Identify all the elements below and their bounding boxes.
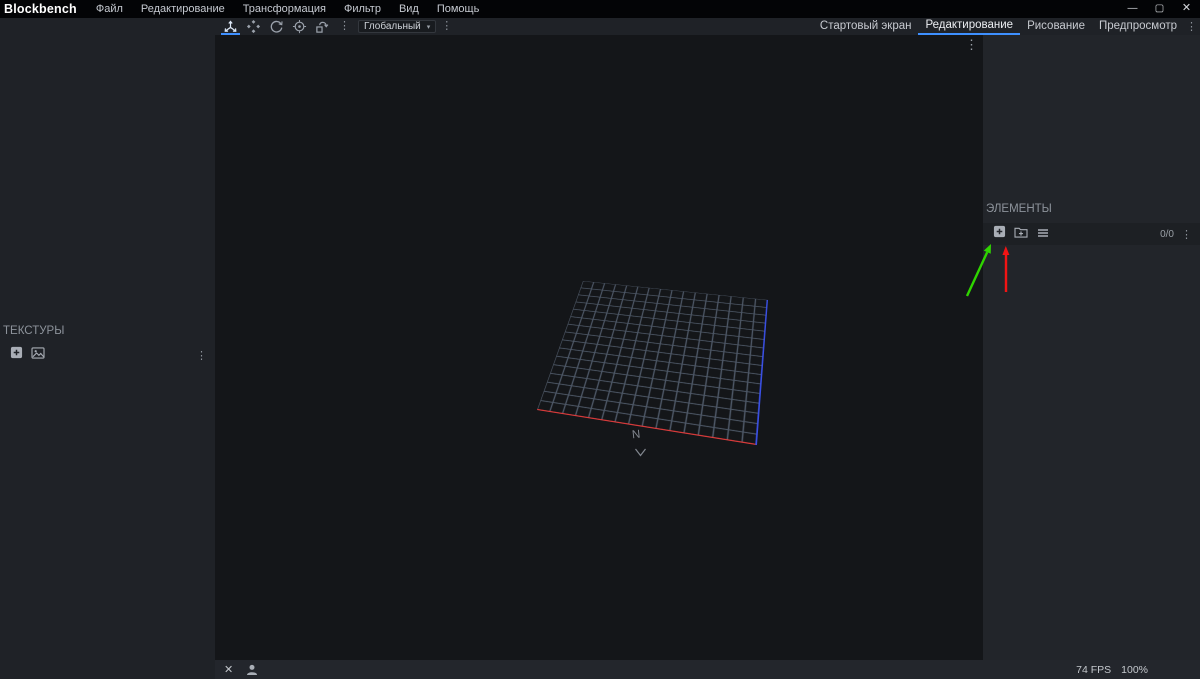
import-texture-button[interactable] (27, 347, 49, 363)
menu-transform[interactable]: Трансформация (234, 0, 335, 18)
right-sidebar: ЭЛЕМЕНТЫ 0/0 ⋮ (983, 35, 1200, 660)
move-tool-icon (223, 19, 238, 34)
north-indicator: N (631, 428, 641, 442)
pivot-tool-icon (292, 19, 307, 34)
zoom-level: 100% (1121, 663, 1148, 676)
menu-filter[interactable]: Фильтр (335, 0, 390, 18)
elements-toolbar: 0/0 ⋮ (983, 223, 1200, 245)
tabbar-menu-icon[interactable]: ⋮ (1184, 20, 1200, 33)
textures-panel: ТЕКСТУРЫ ⋮ (0, 323, 215, 366)
z-axis-line (757, 300, 768, 445)
status-close-icon[interactable]: ✕ (224, 663, 233, 676)
resize-tool-button[interactable] (242, 18, 265, 35)
minimize-button[interactable]: — (1119, 0, 1146, 18)
fps-counter: 74 FPS (1076, 663, 1112, 676)
textures-menu-icon[interactable]: ⋮ (193, 349, 210, 362)
viewport-3d[interactable]: N ⋮ (215, 35, 983, 660)
add-cube-button[interactable] (988, 225, 1010, 243)
elements-panel-title: ЭЛЕМЕНТЫ (986, 203, 1052, 215)
folder-plus-icon (1014, 225, 1028, 243)
menu-edit[interactable]: Редактирование (132, 0, 234, 18)
add-group-button[interactable] (1010, 226, 1032, 242)
move-tool-button[interactable] (219, 18, 242, 35)
pivot-tool-button[interactable] (288, 18, 311, 35)
rotate-tool-icon (269, 19, 284, 34)
tab-preview[interactable]: Предпросмотр (1092, 18, 1184, 35)
vertex-snap-tool-button[interactable] (311, 18, 334, 35)
cube-plus-icon (993, 225, 1006, 243)
elements-panel: ЭЛЕМЕНТЫ 0/0 ⋮ (983, 201, 1200, 245)
mode-tabbar: Стартовый экран Редактирование Рисование… (813, 18, 1200, 35)
rotate-tool-button[interactable] (265, 18, 288, 35)
tool-overflow-menu-icon[interactable]: ⋮ (334, 18, 355, 35)
transform-space-value: Глобальный (364, 21, 421, 32)
vertex-snap-tool-icon (315, 19, 330, 34)
add-texture-button[interactable] (5, 346, 27, 364)
ground-grid (537, 281, 768, 445)
statusbar: ✕ 74 FPS 100% (215, 660, 1200, 679)
selection-counter: 0/0 (1160, 228, 1174, 240)
elements-menu-icon[interactable]: ⋮ (1178, 228, 1195, 241)
tab-edit[interactable]: Редактирование (918, 18, 1021, 35)
resize-tool-icon (246, 19, 261, 34)
main-toolbar: ⋮ Глобальный ▾ ⋮ Стартовый экран Редакти… (215, 18, 1200, 35)
add-texture-icon (10, 346, 23, 364)
viewport-menu-icon[interactable]: ⋮ (965, 37, 978, 53)
titlebar: Blockbench Файл Редактирование Трансформ… (0, 0, 1200, 18)
app-logo: Blockbench (4, 2, 77, 16)
textures-panel-title: ТЕКСТУРЫ (3, 325, 65, 337)
menu-help[interactable]: Помощь (428, 0, 489, 18)
tab-start-screen[interactable]: Стартовый экран (813, 18, 919, 35)
toolbar-menu-icon[interactable]: ⋮ (436, 18, 457, 35)
toggle-list-button[interactable] (1032, 226, 1054, 242)
account-icon[interactable] (246, 664, 258, 676)
maximize-button[interactable]: ▢ (1146, 0, 1173, 18)
blockbench-window: Blockbench Файл Редактирование Трансформ… (0, 0, 1200, 679)
left-sidebar: ТЕКСТУРЫ ⋮ (0, 18, 215, 679)
x-axis-line (537, 410, 757, 445)
chevron-down-icon: ▾ (426, 23, 431, 31)
transform-space-dropdown[interactable]: Глобальный ▾ (358, 20, 437, 33)
north-chevron-icon (634, 444, 647, 462)
close-button[interactable]: ✕ (1173, 0, 1200, 18)
tab-paint[interactable]: Рисование (1020, 18, 1092, 35)
menu-view[interactable]: Вид (390, 0, 428, 18)
textures-toolbar: ⋮ (0, 344, 215, 366)
menu-file[interactable]: Файл (87, 0, 132, 18)
list-icon (1037, 225, 1049, 243)
image-icon (31, 346, 45, 364)
